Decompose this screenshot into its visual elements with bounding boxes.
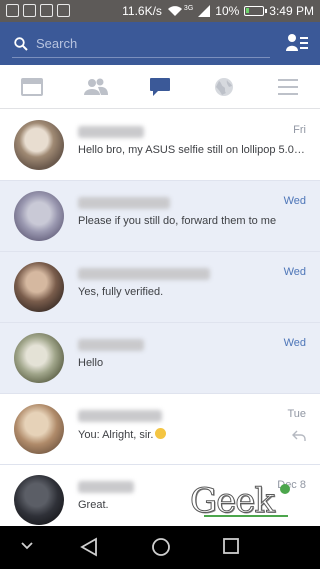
notification-icon — [40, 4, 53, 17]
reply-icon — [292, 430, 306, 441]
message-snippet: You: Alright, sir. — [78, 428, 306, 441]
notification-icon — [23, 4, 36, 17]
tab-bar — [0, 65, 320, 109]
avatar — [14, 262, 64, 312]
network-speed: 11.6K/s — [122, 4, 162, 18]
avatar — [14, 191, 64, 241]
tab-messages[interactable] — [128, 65, 192, 108]
avatar — [14, 475, 64, 525]
status-right: 11.6K/s 3G 10% 3:49 PM — [122, 4, 314, 18]
message-snippet: Hello bro, my ASUS selfie still on lolli… — [78, 144, 306, 156]
tab-friends[interactable] — [64, 65, 128, 108]
message-snippet: Yes, fully verified. — [78, 286, 164, 298]
message-time: Wed — [283, 337, 306, 349]
search-field[interactable] — [12, 30, 270, 58]
conversation-list: Hello bro, my ASUS selfie still on lolli… — [0, 110, 320, 526]
friends-icon — [84, 78, 108, 95]
conversation-row[interactable]: You: Alright, sir. Tue — [0, 394, 320, 465]
message-snippet: Hello — [78, 357, 104, 369]
watermark-underline — [204, 515, 288, 517]
avatar — [14, 333, 64, 383]
search-header — [0, 22, 320, 65]
clock: 3:49 PM — [269, 4, 314, 18]
signal-icon — [198, 5, 211, 17]
conversation-row[interactable]: Yes, fully verified. Wed — [0, 252, 320, 323]
message-time: Wed — [283, 266, 306, 278]
menu-icon — [278, 78, 298, 95]
message-time: Fri — [293, 124, 306, 136]
notification-icon — [6, 4, 19, 17]
chat-bubble-icon — [150, 77, 170, 96]
notification-icon — [57, 4, 70, 17]
tab-news-feed[interactable] — [0, 65, 64, 108]
contact-name-blurred — [78, 126, 144, 138]
contact-name-blurred — [78, 268, 210, 280]
tab-more[interactable] — [256, 65, 320, 108]
wifi-icon — [167, 6, 182, 16]
message-time: Tue — [287, 408, 306, 420]
contact-name-blurred — [78, 339, 144, 351]
recent-apps-icon[interactable] — [223, 538, 239, 554]
globe-icon — [215, 77, 233, 96]
keyboard-hide-icon[interactable] — [20, 541, 34, 551]
search-input[interactable] — [36, 36, 256, 51]
android-nav-bar — [0, 526, 320, 569]
newsfeed-icon — [21, 77, 43, 96]
avatar — [14, 404, 64, 454]
contacts-list-icon[interactable] — [286, 33, 308, 53]
avatar — [14, 120, 64, 170]
network-type: 3G — [183, 4, 194, 12]
conversation-row[interactable]: Hello Wed — [0, 323, 320, 394]
notification-icons — [6, 4, 70, 17]
contact-name-blurred — [78, 481, 134, 493]
message-time: Wed — [283, 195, 306, 207]
conversation-row[interactable]: Please if you still do, forward them to … — [0, 181, 320, 252]
search-icon — [14, 36, 28, 51]
smiley-emoji-icon — [155, 428, 167, 439]
home-icon[interactable] — [151, 537, 171, 557]
message-snippet: Please if you still do, forward them to … — [78, 215, 277, 227]
watermark-dot — [280, 484, 290, 494]
message-text: You: Alright, sir. — [78, 429, 154, 441]
back-icon[interactable] — [80, 537, 98, 557]
tab-notifications[interactable] — [192, 65, 256, 108]
conversation-row[interactable]: Hello bro, my ASUS selfie still on lolli… — [0, 110, 320, 181]
contact-name-blurred — [78, 197, 170, 209]
status-bar: 11.6K/s 3G 10% 3:49 PM — [0, 0, 320, 22]
contact-name-blurred — [78, 410, 162, 422]
battery-percent: 10% — [215, 4, 240, 18]
battery-icon — [244, 6, 268, 16]
